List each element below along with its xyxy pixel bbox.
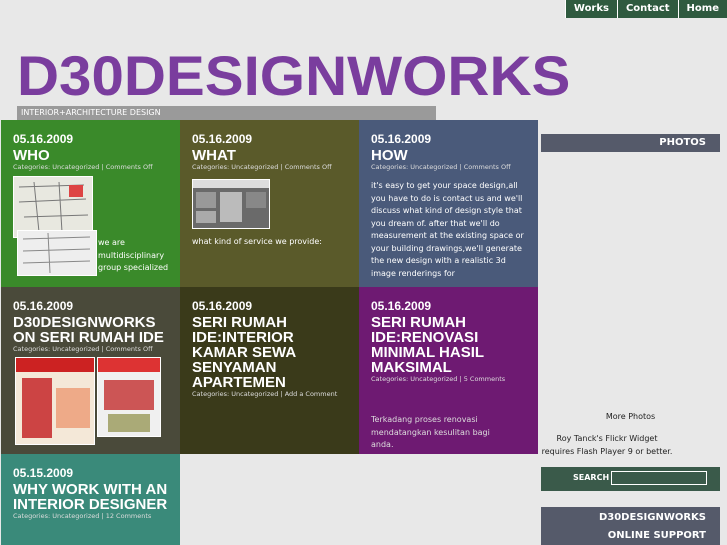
site-logo[interactable]: D30DESIGNWORKS xyxy=(17,46,570,106)
post-tile-renovasi: 05.16.2009 SERI RUMAH IDE:RENOVASI MINIM… xyxy=(359,287,538,454)
post-date: 05.16.2009 xyxy=(13,299,74,313)
flickr-widget-note: Roy Tanck's Flickr Widget requires Flash… xyxy=(541,434,673,456)
nav-contact-link[interactable]: Contact xyxy=(616,0,678,18)
post-meta: Categories: Uncategorized | Add a Commen… xyxy=(192,390,338,398)
post-meta: Categories: Uncategorized | 5 Comments xyxy=(371,375,506,383)
more-photos-link[interactable]: More Photos xyxy=(541,412,720,421)
magazine-cover-1 xyxy=(15,357,95,445)
post-meta: Categories: Uncategorized | Comments Off xyxy=(192,163,332,171)
post-excerpt: we are multidisciplinary group specializ… xyxy=(98,238,169,272)
search-input[interactable] xyxy=(611,471,707,485)
blueprint-image xyxy=(13,176,93,238)
post-title[interactable]: D30DESIGNWORKS ON SERI RUMAH IDE xyxy=(13,315,168,345)
post-title[interactable]: WHY WORK WITH AN INTERIOR DESIGNER xyxy=(13,482,168,512)
post-title[interactable]: WHO xyxy=(13,148,168,163)
post-tile-why-work: 05.15.2009 WHY WORK WITH AN INTERIOR DES… xyxy=(1,454,180,545)
post-meta: Categories: Uncategorized | 12 Comments xyxy=(13,512,152,520)
search-label: SEARCH xyxy=(573,473,610,482)
portfolio-thumbnail xyxy=(192,179,270,229)
post-date: 05.15.2009 xyxy=(13,466,74,480)
post-date: 05.16.2009 xyxy=(13,132,74,146)
post-tile-kamar-sewa: 05.16.2009 SERI RUMAH IDE:INTERIOR KAMAR… xyxy=(180,287,359,454)
photos-heading: PHOTOS xyxy=(541,134,720,152)
post-title[interactable]: HOW xyxy=(371,148,526,163)
blueprint-image-2 xyxy=(17,230,97,276)
post-tile-who: 05.16.2009 WHO Categories: Uncategorized… xyxy=(1,120,180,287)
online-support-heading: D30DESIGNWORKS ONLINE SUPPORT xyxy=(541,507,720,545)
post-date: 05.16.2009 xyxy=(192,299,253,313)
post-date: 05.16.2009 xyxy=(371,132,432,146)
post-tile-seri-rumah-ide: 05.16.2009 D30DESIGNWORKS ON SERI RUMAH … xyxy=(1,287,180,454)
post-date: 05.16.2009 xyxy=(371,299,432,313)
post-date: 05.16.2009 xyxy=(192,132,253,146)
search-box: SEARCH xyxy=(541,467,720,491)
post-excerpt: it's easy to get your space design,all y… xyxy=(371,181,524,278)
nav-home-link[interactable]: Home xyxy=(677,0,727,18)
nav-works-link[interactable]: Works xyxy=(564,0,617,18)
post-tile-what: 05.16.2009 WHAT Categories: Uncategorize… xyxy=(180,120,359,287)
post-meta: Categories: Uncategorized | Comments Off xyxy=(13,163,153,171)
post-meta: Categories: Uncategorized | Comments Off xyxy=(13,345,153,353)
post-title[interactable]: SERI RUMAH IDE:INTERIOR KAMAR SEWA SENYA… xyxy=(192,315,347,390)
post-title[interactable]: SERI RUMAH IDE:RENOVASI MINIMAL HASIL MA… xyxy=(371,315,526,375)
top-navigation: Works Contact Home xyxy=(564,0,727,18)
post-tile-how: 05.16.2009 HOW Categories: Uncategorized… xyxy=(359,120,538,287)
site-tagline: INTERIOR+ARCHITECTURE DESIGN xyxy=(17,106,436,120)
post-excerpt: what kind of service we provide: xyxy=(192,237,322,246)
magazine-cover-2 xyxy=(97,357,161,437)
post-excerpt: Terkadang proses renovasi mendatangkan k… xyxy=(371,415,490,449)
post-meta: Categories: Uncategorized | Comments Off xyxy=(371,163,511,171)
post-title[interactable]: WHAT xyxy=(192,148,347,163)
